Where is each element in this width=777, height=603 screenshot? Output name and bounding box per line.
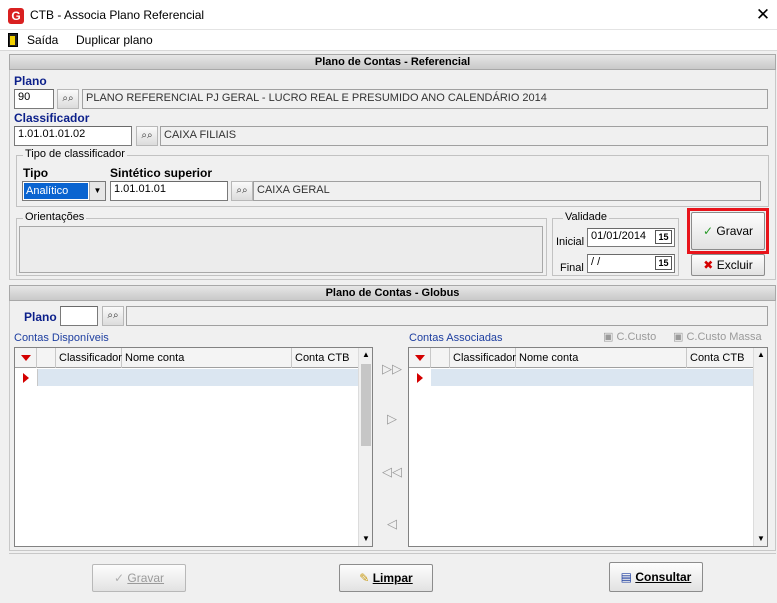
checkmark-icon: ✓: [702, 224, 714, 238]
plano-label: Plano: [14, 74, 47, 88]
classificador-description: CAIXA FILIAIS: [160, 126, 768, 146]
section-header-globus: Plano de Contas - Globus: [9, 285, 776, 301]
excluir-button[interactable]: ✖ Excluir: [691, 254, 765, 276]
column-conta-ctb[interactable]: Conta CTB: [687, 348, 753, 368]
contas-disponiveis-label: Contas Disponíveis: [14, 332, 109, 344]
tipo-select[interactable]: Analítico ▼: [22, 181, 106, 201]
binoculars-search-icon[interactable]: ⌕⌕: [136, 126, 158, 146]
limpar-label: Limpar: [372, 571, 413, 585]
excluir-button-label: Excluir: [716, 258, 753, 272]
vertical-scrollbar[interactable]: ▲ ▼: [753, 348, 767, 546]
sort-down-icon: [21, 355, 31, 361]
orientacoes-label: Orientações: [23, 211, 87, 223]
window-title: CTB - Associa Plano Referencial: [30, 8, 205, 22]
sort-down-icon: [415, 355, 425, 361]
sintetico-description: CAIXA GERAL: [253, 181, 761, 201]
sintetico-label: Sintético superior: [110, 166, 213, 180]
scroll-down-icon[interactable]: ▼: [754, 532, 768, 546]
scrollbar-thumb[interactable]: [361, 364, 371, 446]
binoculars-search-icon[interactable]: ⌕⌕: [57, 89, 79, 109]
binoculars-search-icon[interactable]: ⌕⌕: [102, 306, 124, 326]
column-nome-conta[interactable]: Nome conta: [122, 348, 292, 368]
move-left-icon[interactable]: ◁: [381, 516, 403, 532]
globus-plano-input[interactable]: [60, 306, 98, 326]
row-pointer-icon: [417, 373, 423, 383]
close-icon[interactable]: ✕: [752, 4, 774, 26]
move-all-right-icon[interactable]: ▷▷: [381, 361, 403, 377]
grid-indicator-column: [37, 348, 56, 368]
tipo-label: Tipo: [23, 166, 49, 180]
calendar-icon[interactable]: 15: [655, 230, 672, 244]
ccusto-label: C.Custo: [616, 331, 657, 343]
plano-description: PLANO REFERENCIAL PJ GERAL - LUCRO REAL …: [82, 89, 768, 109]
gravar-button[interactable]: ✓ Gravar: [691, 212, 765, 250]
table-row[interactable]: [37, 369, 358, 386]
move-all-left-icon[interactable]: ◁◁: [381, 464, 403, 480]
cost-center-icon: ▣: [603, 331, 614, 343]
calendar-icon[interactable]: 15: [655, 256, 672, 270]
scroll-down-icon[interactable]: ▼: [359, 532, 373, 546]
plano-input[interactable]: 90: [14, 89, 54, 109]
report-icon: ▤: [620, 570, 632, 584]
table-row[interactable]: [431, 369, 753, 386]
grid-sort-column[interactable]: [409, 348, 431, 368]
ccusto-massa-label: C.Custo Massa: [686, 331, 762, 343]
vertical-scrollbar[interactable]: ▲ ▼: [358, 348, 372, 546]
final-date-value: / /: [591, 256, 601, 268]
globus-plano-description: [126, 306, 768, 326]
footer-gravar-label: Gravar: [127, 571, 165, 585]
contas-disponiveis-grid[interactable]: Classificador Nome conta Conta CTB ▲ ▼: [14, 347, 373, 547]
ccusto-massa-button[interactable]: ▣ C.Custo Massa: [673, 330, 762, 343]
tipo-classificador-group-label: Tipo de classificador: [23, 148, 127, 160]
consultar-button[interactable]: ▤ Consultar: [609, 562, 703, 592]
sintetico-input[interactable]: 1.01.01.01: [110, 181, 228, 201]
chevron-down-icon[interactable]: ▼: [89, 182, 105, 200]
grid-header: Classificador Nome conta Conta CTB: [15, 348, 358, 368]
binoculars-search-icon[interactable]: ⌕⌕: [231, 181, 253, 201]
grid-sort-column[interactable]: [15, 348, 37, 368]
delete-x-icon: ✖: [703, 258, 714, 272]
ccusto-button[interactable]: ▣ C.Custo: [603, 330, 656, 343]
gravar-button-label: Gravar: [716, 224, 754, 238]
globus-plano-label: Plano: [24, 310, 57, 324]
footer-gravar-button[interactable]: ✓ Gravar: [92, 564, 186, 592]
column-classificador[interactable]: Classificador: [56, 348, 122, 368]
classificador-label: Classificador: [14, 111, 90, 125]
app-logo-icon: G: [8, 8, 24, 24]
exit-door-icon[interactable]: [8, 33, 18, 47]
checkmark-icon: ✓: [113, 571, 125, 585]
menu-exit[interactable]: Saída: [27, 33, 58, 47]
final-label: Final: [560, 262, 584, 274]
classificador-input[interactable]: 1.01.01.01.02: [14, 126, 132, 146]
broom-icon: ✎: [359, 571, 370, 585]
contas-associadas-label: Contas Associadas: [409, 332, 503, 344]
column-classificador[interactable]: Classificador: [450, 348, 516, 368]
column-nome-conta[interactable]: Nome conta: [516, 348, 687, 368]
scroll-up-icon[interactable]: ▲: [359, 348, 373, 362]
grid-header: Classificador Nome conta Conta CTB: [409, 348, 753, 368]
section-header-referencial: Plano de Contas - Referencial: [9, 54, 776, 70]
contas-associadas-grid[interactable]: Classificador Nome conta Conta CTB ▲ ▼: [408, 347, 768, 547]
inicial-date-value: 01/01/2014: [591, 230, 647, 242]
row-pointer-icon: [23, 373, 29, 383]
limpar-button[interactable]: ✎ Limpar: [339, 564, 433, 592]
consultar-label: Consultar: [635, 570, 692, 584]
inicial-label: Inicial: [556, 236, 585, 248]
column-conta-ctb[interactable]: Conta CTB: [292, 348, 358, 368]
menu-duplicate-plan[interactable]: Duplicar plano: [76, 33, 153, 47]
grid-indicator-column: [431, 348, 450, 368]
grid-divider: [37, 369, 38, 386]
validade-label: Validade: [563, 211, 609, 223]
orientacoes-textarea[interactable]: [19, 226, 543, 273]
tipo-selected-value: Analítico: [24, 183, 88, 199]
cost-center-icon: ▣: [673, 331, 684, 343]
scroll-up-icon[interactable]: ▲: [754, 348, 768, 362]
move-right-icon[interactable]: ▷: [381, 411, 403, 427]
